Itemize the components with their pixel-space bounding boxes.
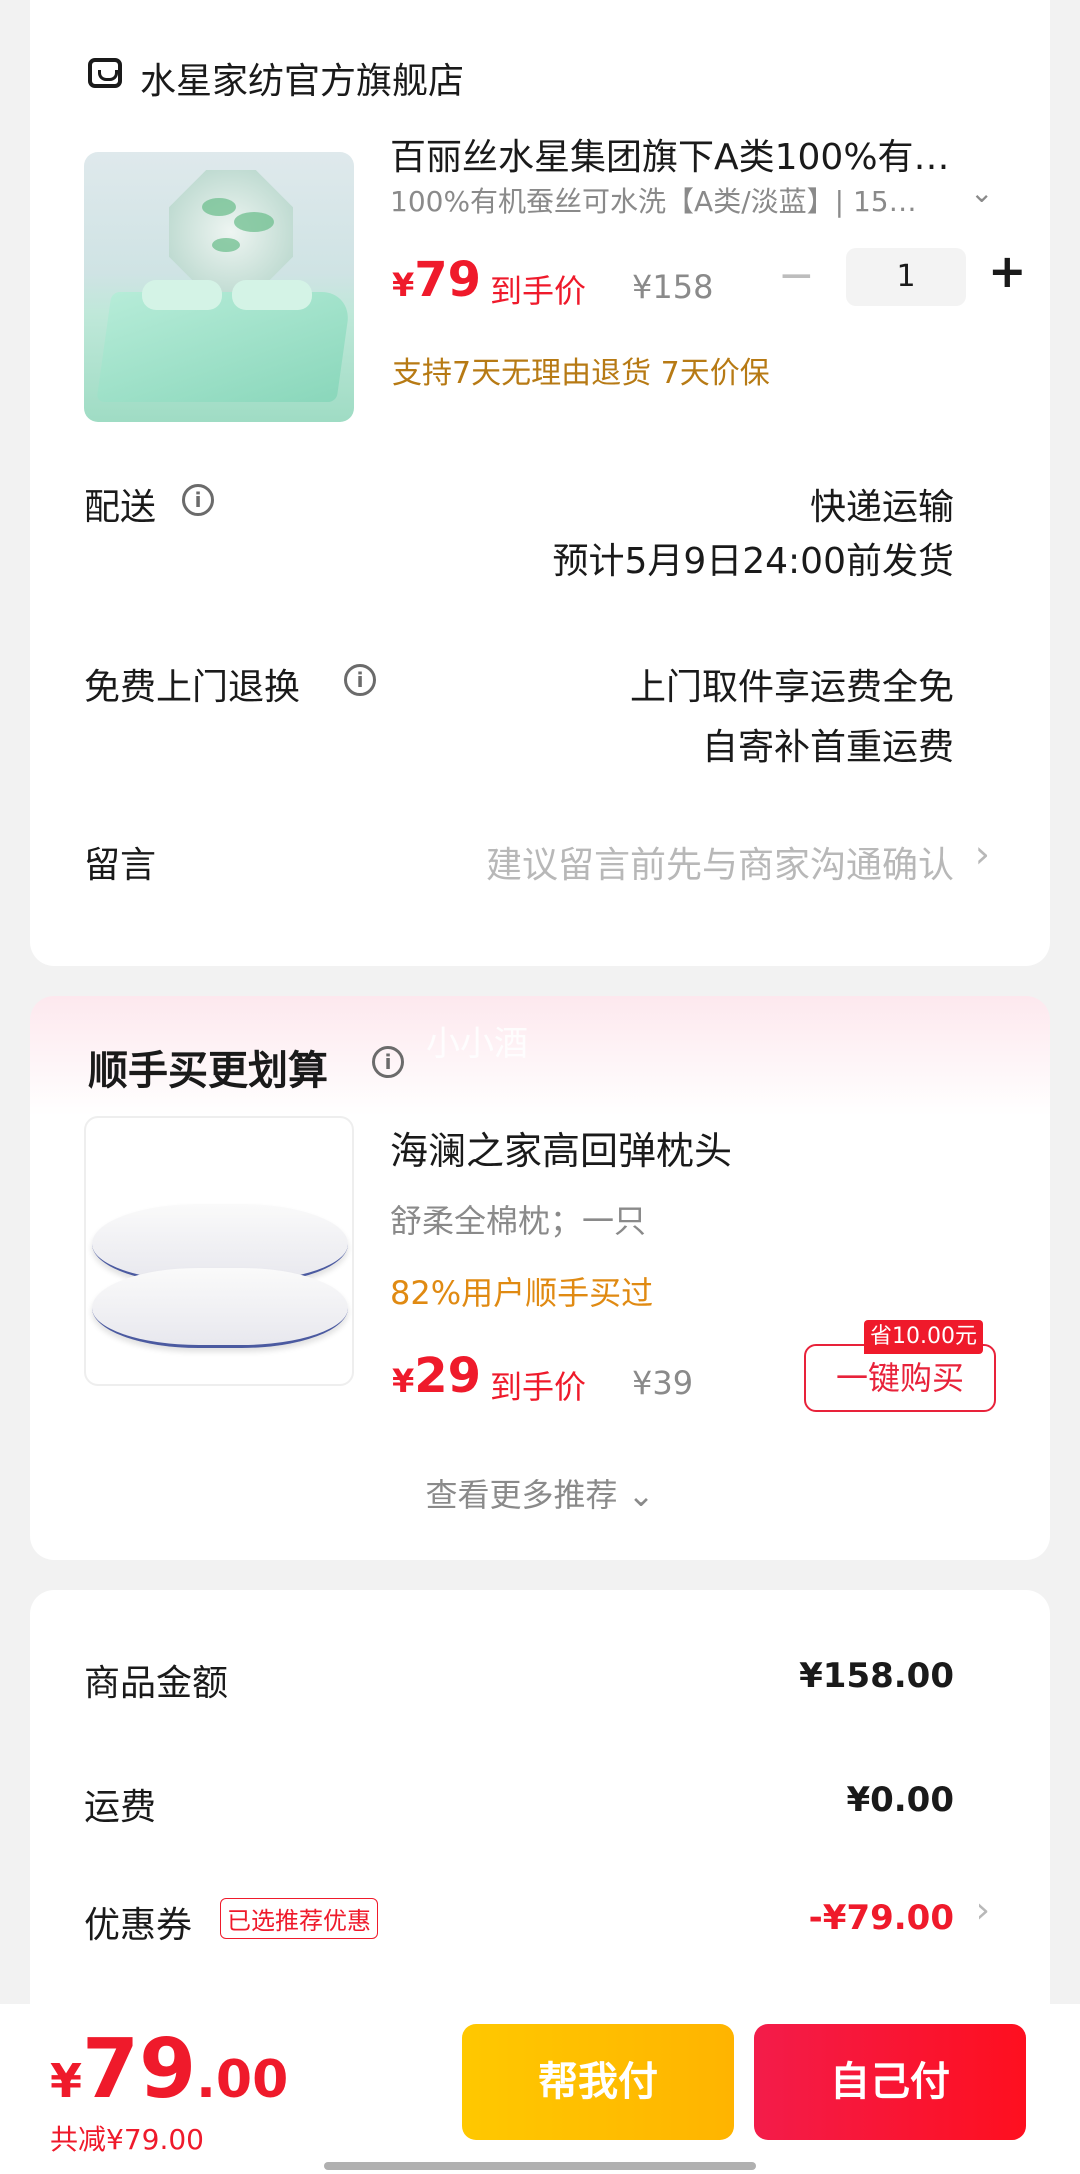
original-price: ¥158 (632, 268, 714, 306)
recommend-product-desc: 舒柔全棉枕；一只 (390, 1202, 647, 1240)
price-label: 到手价 (490, 272, 587, 310)
goods-amount-label: 商品金额 (84, 1663, 229, 1704)
returns-label: 免费上门退换 (84, 667, 301, 708)
one-click-buy-button[interactable]: 一键购买 (804, 1344, 996, 1412)
recommend-bought-rate: 82%用户顺手买过 (390, 1274, 654, 1312)
recommend-product-name[interactable]: 海澜之家高回弹枕头 (390, 1120, 732, 1175)
store-icon (88, 58, 122, 88)
store-name[interactable]: 水星家纺官方旗舰店 (140, 52, 464, 104)
recommend-card: 顺手买更划算 i 小小酒 海澜之家高回弹枕头 舒柔全棉枕；一只 82%用户顺手买… (30, 996, 1050, 1560)
shipping-value: ¥0.00 (846, 1780, 954, 1820)
chevron-down-icon[interactable]: ⌄ (970, 176, 993, 209)
home-indicator[interactable] (324, 2162, 756, 2170)
coupon-label: 优惠券 (84, 1905, 193, 1946)
total-saved: 共减¥79.00 (50, 2123, 204, 2156)
product-image[interactable] (84, 152, 354, 422)
delivery-eta: 预计5月9日24:00前发货 (552, 541, 954, 582)
save-badge: 省10.00元 (864, 1320, 983, 1354)
recommend-price: ¥29 (392, 1348, 482, 1404)
returns-line2: 自寄补首重运费 (701, 727, 954, 768)
guarantee-text: 支持7天无理由退货 7天价保 (392, 356, 770, 391)
quantity-input[interactable]: 1 (846, 248, 966, 306)
order-card: 水星家纺官方旗舰店 百丽丝水星集团旗下A类100%有… 100%有机蚕丝可水洗【… (30, 0, 1050, 966)
quantity-minus-button[interactable]: − (778, 250, 815, 301)
shipping-label: 运费 (84, 1787, 157, 1828)
total-price: ¥79.00 (50, 2022, 289, 2117)
coupon-badge: 已选推荐优惠 (220, 1898, 378, 1939)
watermark-text: 小小酒 (426, 1024, 528, 1064)
recommend-original-price: ¥39 (632, 1364, 694, 1402)
product-title[interactable]: 百丽丝水星集团旗下A类100%有… (390, 128, 950, 180)
help-pay-button[interactable]: 帮我付 (462, 2024, 734, 2140)
product-spec[interactable]: 100%有机蚕丝可水洗【A类/淡蓝】| 15… (390, 180, 917, 220)
returns-line1: 上门取件享运费全免 (629, 667, 954, 708)
quantity-plus-button[interactable]: + (988, 244, 1027, 298)
info-icon[interactable]: i (182, 484, 214, 516)
info-icon[interactable]: i (344, 664, 376, 696)
info-icon[interactable]: i (372, 1046, 404, 1078)
chevron-right-icon[interactable]: › (975, 832, 990, 876)
note-input[interactable]: 建议留言前先与商家沟通确认 (486, 836, 954, 888)
more-recommend-button[interactable]: 查看更多推荐 ⌄ (30, 1470, 1050, 1516)
recommend-price-label: 到手价 (490, 1368, 587, 1406)
note-label: 留言 (84, 845, 157, 886)
recommend-product-image[interactable] (84, 1116, 354, 1386)
recommend-title: 顺手买更划算 (88, 1048, 328, 1094)
checkout-bar: ¥79.00 共减¥79.00 帮我付 自己付 (0, 2004, 1080, 2174)
chevron-right-icon[interactable]: › (976, 1890, 990, 1931)
delivery-label: 配送 (84, 487, 157, 528)
product-price: ¥79 (392, 252, 482, 308)
delivery-method: 快递运输 (809, 487, 954, 528)
goods-amount-value: ¥158.00 (799, 1656, 954, 1696)
self-pay-button[interactable]: 自己付 (754, 2024, 1026, 2140)
coupon-value[interactable]: -¥79.00 (809, 1898, 954, 1938)
